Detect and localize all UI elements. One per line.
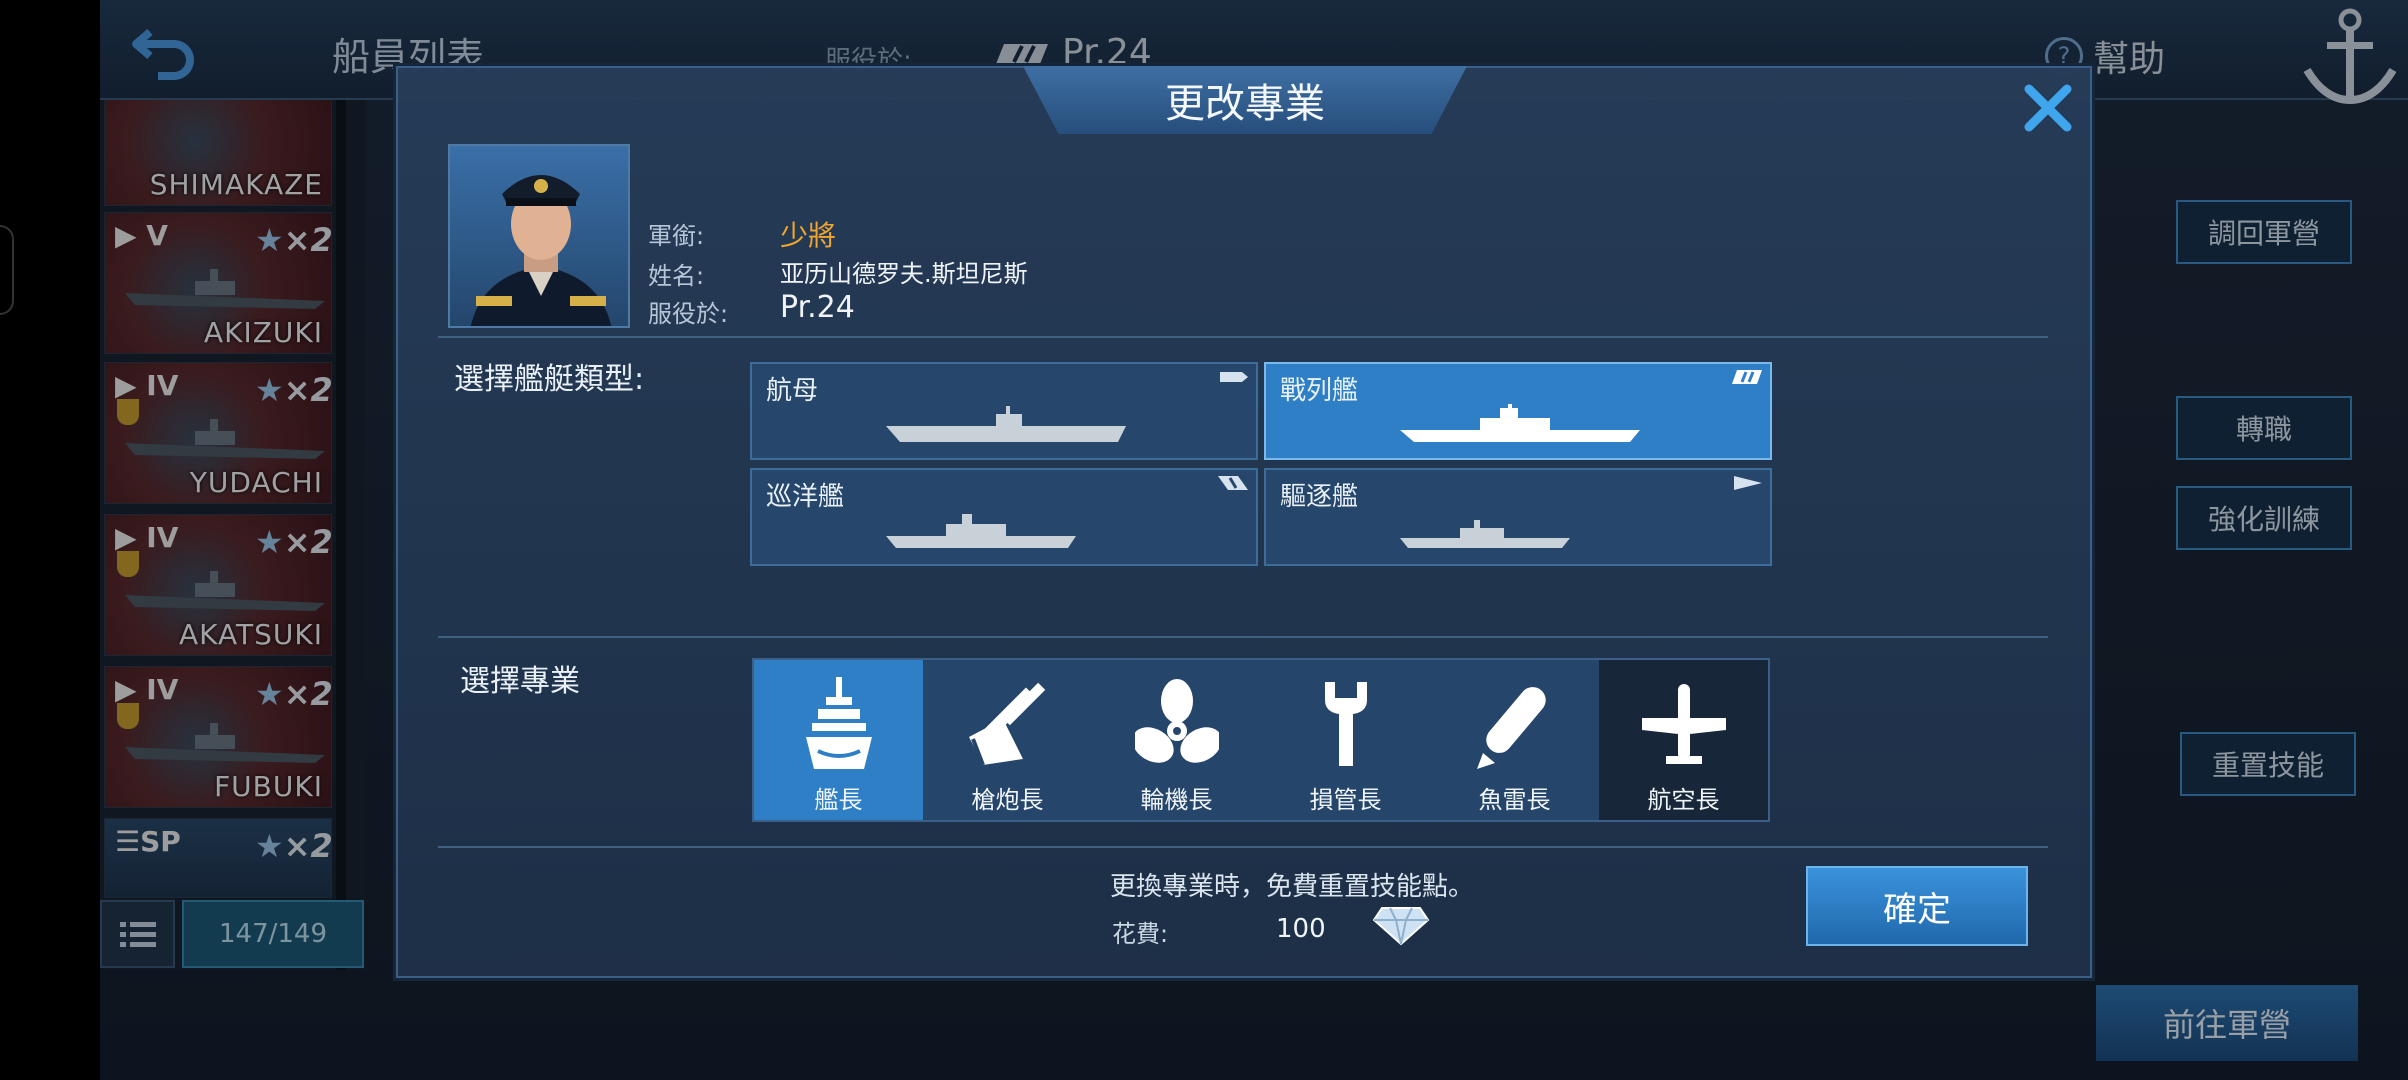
divider — [438, 846, 2048, 848]
specialty-damage-control[interactable]: 損管長 — [1261, 660, 1430, 820]
device-bezel — [0, 0, 100, 1080]
rank-value: 少將 — [780, 219, 837, 252]
change-specialty-dialog: 更改專業 軍銜: 少將 姓名: 亚历山德罗夫.斯坦尼斯 服役於: Pr.24 選… — [396, 66, 2092, 978]
gun-turret-icon — [968, 682, 1045, 766]
officer-name: 亚历山德罗夫.斯坦尼斯 — [780, 260, 1028, 288]
specialty-torpedo[interactable]: 魚雷長 — [1430, 660, 1599, 820]
specialty-name: 輪機長 — [1140, 786, 1213, 814]
cost-value: 100 — [1276, 914, 1326, 944]
specialty-label: 選擇專業 — [460, 664, 580, 699]
specialty-name: 航空長 — [1647, 786, 1720, 814]
specialty-engineering[interactable]: 輪機長 — [1092, 660, 1261, 820]
airplane-icon — [1641, 684, 1726, 764]
specialty-row: 艦長 槍炮長 輪機長 損管長 魚雷長 航空長 — [752, 658, 1770, 822]
cruiser-silhouette-icon — [886, 514, 1076, 548]
serve-label: 服役於: — [648, 300, 729, 328]
rank-label: 軍銜: — [648, 222, 705, 250]
officer-avatar-icon — [470, 175, 612, 326]
specialty-gunnery[interactable]: 槍炮長 — [923, 660, 1092, 820]
cruiser-class-icon — [1218, 476, 1248, 490]
officer-portrait — [448, 144, 630, 328]
specialty-name: 槍炮長 — [971, 786, 1044, 814]
ship-type-label: 航母 — [766, 376, 819, 406]
close-icon — [2024, 84, 2072, 132]
wrench-icon — [1324, 682, 1367, 766]
specialty-aviation[interactable]: 航空長 — [1599, 660, 1768, 820]
close-button[interactable] — [2018, 78, 2078, 138]
diamond-icon — [1372, 907, 1430, 946]
specialty-captain[interactable]: 艦長 — [754, 660, 923, 820]
reset-notice: 更換專業時，免費重置技能點。 — [1110, 872, 1475, 902]
name-label: 姓名: — [648, 262, 705, 290]
ship-type-battleship[interactable]: 戰列艦 — [1264, 362, 1772, 460]
serve-value: Pr.24 — [780, 290, 855, 325]
cost-label: 花費: — [1112, 920, 1169, 948]
specialty-name: 艦長 — [814, 786, 863, 814]
destroyer-class-icon — [1734, 476, 1762, 490]
captain-ship-icon — [805, 677, 872, 769]
specialty-name: 損管長 — [1309, 786, 1382, 814]
dialog-header: 更改專業 — [1023, 66, 1467, 134]
ship-type-destroyer[interactable]: 驅逐艦 — [1264, 468, 1772, 566]
bezel-notch — [0, 225, 14, 315]
ship-type-label: 驅逐艦 — [1280, 482, 1359, 512]
battleship-silhouette-icon — [1400, 404, 1640, 442]
ship-type-carrier[interactable]: 航母 — [750, 362, 1258, 460]
ship-type-label: 戰列艦 — [1280, 376, 1359, 406]
torpedo-icon — [1476, 687, 1546, 769]
ship-type-label: 巡洋艦 — [766, 482, 845, 512]
ship-type-label: 選擇艦艇類型: — [454, 362, 645, 397]
confirm-button[interactable]: 確定 — [1806, 866, 2028, 946]
propeller-icon — [1134, 679, 1219, 763]
divider — [438, 636, 2048, 638]
battleship-class-icon — [1732, 370, 1762, 384]
carrier-class-icon — [1220, 372, 1248, 382]
divider — [438, 336, 2048, 338]
destroyer-silhouette-icon — [1400, 520, 1570, 548]
dialog-title: 更改專業 — [1165, 81, 1325, 127]
ship-type-cruiser[interactable]: 巡洋艦 — [750, 468, 1258, 566]
specialty-name: 魚雷長 — [1478, 786, 1551, 814]
carrier-silhouette-icon — [886, 406, 1126, 442]
